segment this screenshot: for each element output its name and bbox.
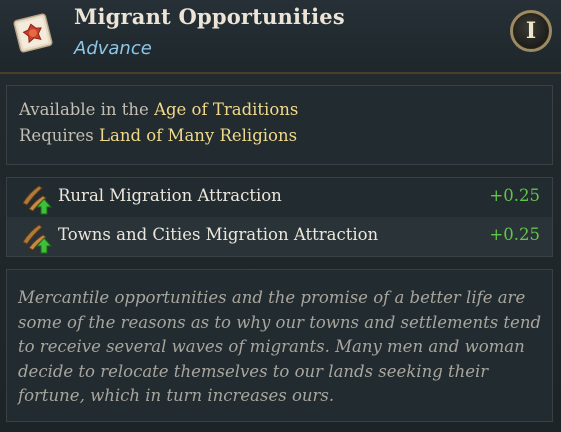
age-link[interactable]: Age of Traditions: [154, 100, 298, 119]
modifiers-panel: Rural Migration Attraction +0.25 Towns a…: [6, 177, 553, 257]
modifier-value: +0.25: [489, 186, 540, 205]
flavor-text-panel: Mercantile opportunities and the promise…: [6, 269, 553, 422]
availability-prefix: Available in the: [19, 100, 155, 119]
tooltip-subtitle: Advance: [74, 38, 152, 59]
migration-attraction-up-icon: [19, 222, 53, 254]
migration-attraction-up-icon: [19, 183, 53, 215]
tier-badge: I: [510, 10, 552, 52]
requirement-prefix: Requires: [19, 126, 100, 145]
modifier-value: +0.25: [489, 225, 540, 244]
modifier-row: Towns and Cities Migration Attraction +0…: [7, 217, 552, 256]
modifier-label: Towns and Cities Migration Attraction: [58, 225, 379, 244]
availability-line: Available in the Age of Traditions: [19, 100, 298, 119]
tier-badge-label: I: [525, 18, 537, 44]
requirements-panel: Available in the Age of Traditions Requi…: [6, 85, 553, 165]
flavor-text: Mercantile opportunities and the promise…: [18, 288, 542, 405]
tooltip-title: Migrant Opportunities: [74, 4, 345, 29]
tooltip-header: Migrant Opportunities Advance I: [0, 0, 561, 74]
advance-tooltip: Migrant Opportunities Advance I Availabl…: [0, 0, 561, 432]
modifier-row: Rural Migration Attraction +0.25: [7, 178, 552, 217]
required-advance-link[interactable]: Land of Many Religions: [99, 126, 297, 145]
requirement-line: Requires Land of Many Religions: [19, 126, 297, 145]
modifier-label: Rural Migration Attraction: [58, 186, 282, 205]
parchment-seal-icon: [8, 8, 58, 58]
